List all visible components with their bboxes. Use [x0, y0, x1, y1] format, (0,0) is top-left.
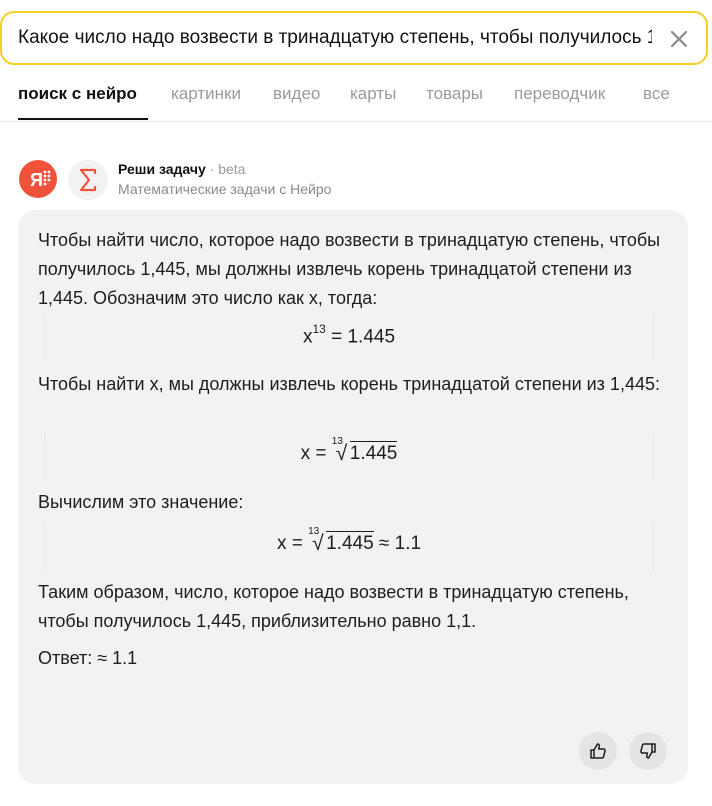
source-name: Реши задачу: [118, 161, 206, 177]
formula-rhs: ≈ 1.1: [378, 533, 422, 554]
search-tabs: поиск с нейро картинки видео карты товар…: [0, 80, 712, 122]
source-title[interactable]: Реши задачу · beta: [118, 161, 245, 177]
sigma-icon: [68, 160, 108, 200]
answer-paragraph: Таким образом, число, которое надо возве…: [38, 582, 629, 631]
active-tab-indicator: [18, 118, 148, 120]
formula-block: x = 13 √ 1.445: [44, 433, 654, 481]
formula-lhs: x =: [276, 533, 303, 554]
nth-root: 13 √ 1.445: [308, 526, 374, 555]
source-subtitle: Математические задачи с Нейро: [118, 181, 332, 197]
formula-rhs: = 1.445: [331, 326, 396, 348]
tab-translator[interactable]: переводчик: [514, 84, 605, 104]
formula-exponent: 13: [312, 322, 326, 336]
tab-products[interactable]: товары: [426, 84, 483, 104]
answer-paragraph: Чтобы найти x, мы должны извлечь корень …: [38, 374, 660, 394]
answer-final: Ответ: ≈ 1.1: [38, 648, 138, 668]
radical-sign: √: [335, 442, 348, 465]
formula-block: x = 13 √ 1.445 ≈ 1.1: [44, 523, 654, 571]
formula-block: x13 = 1.445: [44, 314, 654, 362]
formula-lhs: x =: [300, 443, 327, 464]
thumbs-up-icon: [590, 743, 606, 759]
radical-sign: √: [312, 532, 324, 555]
search-input[interactable]: [18, 13, 652, 63]
nth-root: 13 √ 1.445: [332, 436, 398, 465]
like-button[interactable]: [579, 732, 617, 770]
tab-neuro[interactable]: поиск с нейро: [18, 84, 137, 104]
dislike-button[interactable]: [629, 732, 667, 770]
svg-text:Я: Я: [30, 170, 43, 190]
radicand: 1.445: [326, 531, 374, 554]
divider: [0, 121, 712, 122]
answer-paragraph: Чтобы найти число, которое надо возвести…: [38, 230, 661, 308]
tab-video[interactable]: видео: [273, 84, 320, 104]
close-icon[interactable]: [666, 26, 692, 52]
thumbs-down-icon: [640, 743, 656, 759]
tab-all[interactable]: все: [643, 84, 670, 104]
tab-images[interactable]: картинки: [171, 84, 241, 104]
beta-badge: · beta: [205, 161, 246, 177]
search-bar: [0, 11, 708, 65]
tab-maps[interactable]: карты: [350, 84, 396, 104]
answer-paragraph: Вычислим это значение:: [38, 492, 244, 512]
radicand: 1.445: [349, 441, 398, 464]
yandex-logo-icon: Я: [19, 160, 57, 198]
